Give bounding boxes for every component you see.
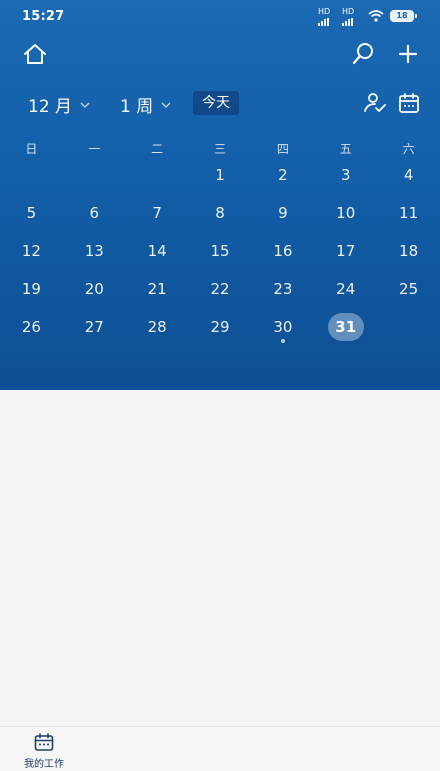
battery-indicator: 18 [390, 10, 417, 22]
calendar-day-cell[interactable]: 28 [126, 312, 189, 342]
calendar-day-cell[interactable]: 9 [251, 198, 314, 228]
weekday-label: 三 [214, 142, 227, 156]
plus-icon[interactable] [395, 41, 421, 67]
hd-signal-label-1: HD [318, 7, 331, 16]
calendar-day-cell[interactable]: 27 [63, 312, 126, 342]
nav-item-my-work[interactable]: 我的工作 [16, 731, 72, 771]
calendar-day-cell[interactable]: 24 [314, 274, 377, 304]
calendar-day-cell[interactable]: 18 [377, 236, 440, 266]
signal-bars-icon [318, 18, 332, 26]
wifi-icon [368, 10, 384, 22]
weekday-label: 二 [151, 142, 164, 156]
calendar-week-row: 26 27 28 29 30 31 [0, 312, 440, 343]
calendar-day-cell[interactable]: 30 [251, 312, 314, 343]
calendar-day-cell[interactable]: 16 [251, 236, 314, 266]
calendar-icon [34, 733, 54, 751]
event-dot-indicator [280, 339, 285, 343]
calendar-day-cell [0, 160, 63, 190]
calendar-day-cell [377, 312, 440, 342]
calendar-day-cell[interactable]: 1 [189, 160, 252, 190]
person-check-icon[interactable] [363, 92, 387, 114]
calendar-day-cell[interactable]: 25 [377, 274, 440, 304]
calendar-day-cell[interactable]: 17 [314, 236, 377, 266]
week-label: 1 周 [120, 97, 154, 117]
calendar-day-cell[interactable]: 19 [0, 274, 63, 304]
weekday-label: 六 [402, 142, 415, 156]
search-icon[interactable] [350, 41, 376, 67]
calendar-header: 15:27 HD HD 18 12 月 1 周 今天 日 一 二 三 四 五 六… [0, 0, 440, 390]
calendar-day-cell[interactable]: 5 [0, 198, 63, 228]
today-button[interactable]: 今天 [193, 91, 239, 115]
calendar-day-cell[interactable]: 15 [189, 236, 252, 266]
calendar-day-cell [63, 160, 126, 190]
bottom-navigation-bar: 我的工作 [0, 726, 440, 771]
calendar-day-cell-selected[interactable]: 31 [314, 312, 377, 342]
hd-signal-label-2: HD [342, 7, 355, 16]
calendar-day-cell[interactable]: 12 [0, 236, 63, 266]
calendar-day-cell[interactable]: 22 [189, 274, 252, 304]
calendar-day-cell[interactable]: 2 [251, 160, 314, 190]
status-time: 15:27 [22, 9, 65, 24]
calendar-day-cell[interactable]: 11 [377, 198, 440, 228]
calendar-day-cell[interactable]: 21 [126, 274, 189, 304]
chevron-down-icon [161, 102, 171, 108]
calendar-day-cell[interactable]: 26 [0, 312, 63, 342]
agenda-content-area [0, 390, 440, 726]
calendar-week-row: 19 20 21 22 23 24 25 [0, 274, 440, 304]
nav-item-label: 我的工作 [24, 759, 64, 770]
calendar-day-cell[interactable]: 23 [251, 274, 314, 304]
calendar-day-cell[interactable]: 13 [63, 236, 126, 266]
weekday-header-row: 日 一 二 三 四 五 六 [0, 140, 440, 158]
calendar-day-cell [126, 160, 189, 190]
calendar-day-cell[interactable]: 3 [314, 160, 377, 190]
calendar-day-cell[interactable]: 6 [63, 198, 126, 228]
calendar-day-cell[interactable]: 7 [126, 198, 189, 228]
month-selector[interactable]: 12 月 [28, 92, 90, 117]
weekday-label: 一 [88, 142, 101, 156]
calendar-icon[interactable] [398, 92, 420, 114]
calendar-day-cell[interactable]: 20 [63, 274, 126, 304]
weekday-label: 五 [339, 142, 352, 156]
chevron-down-icon [80, 102, 90, 108]
month-label: 12 月 [28, 97, 73, 117]
home-icon[interactable] [22, 42, 48, 66]
calendar-day-cell[interactable]: 10 [314, 198, 377, 228]
calendar-week-row: 5 6 7 8 9 10 11 [0, 198, 440, 228]
week-selector[interactable]: 1 周 [120, 92, 171, 117]
calendar-day-cell[interactable]: 29 [189, 312, 252, 342]
calendar-day-cell[interactable]: 8 [189, 198, 252, 228]
calendar-day-cell[interactable]: 14 [126, 236, 189, 266]
status-bar: 15:27 HD HD 18 [0, 0, 440, 34]
weekday-label: 日 [25, 142, 38, 156]
weekday-label: 四 [276, 142, 289, 156]
calendar-week-row: 12 13 14 15 16 17 18 [0, 236, 440, 266]
calendar-week-row: 1 2 3 4 [0, 160, 440, 190]
signal-bars-icon [342, 18, 356, 26]
calendar-day-cell[interactable]: 4 [377, 160, 440, 190]
